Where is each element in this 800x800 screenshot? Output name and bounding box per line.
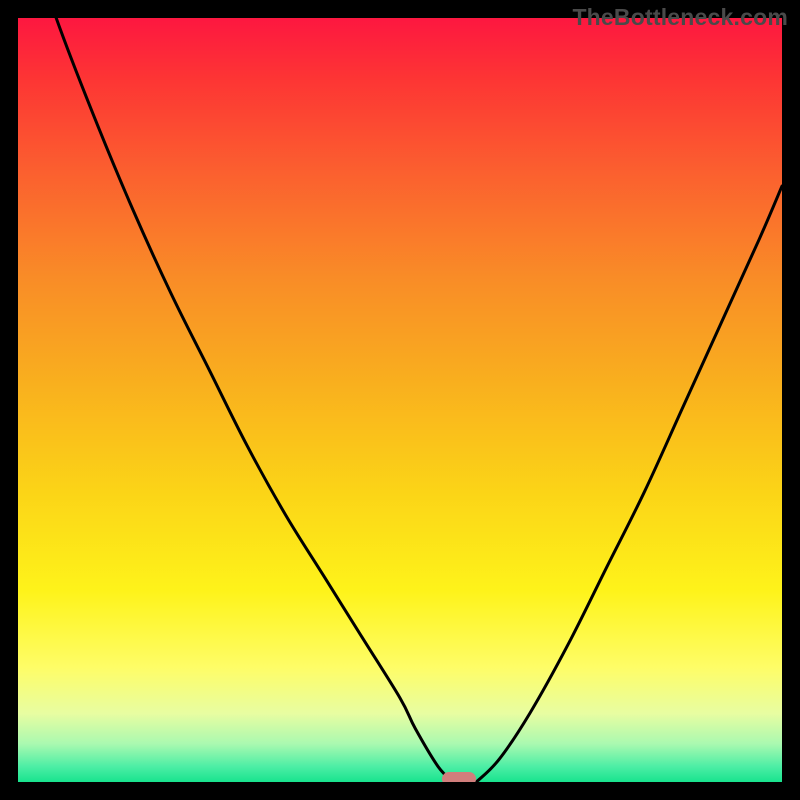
optimum-marker (442, 772, 476, 782)
curve-right-branch (476, 186, 782, 782)
curve-left-branch (18, 18, 453, 782)
chart-figure: TheBottleneck.com (0, 0, 800, 800)
curve-layer (18, 18, 782, 782)
watermark-text: TheBottleneck.com (572, 4, 788, 31)
plot-area (18, 18, 782, 782)
